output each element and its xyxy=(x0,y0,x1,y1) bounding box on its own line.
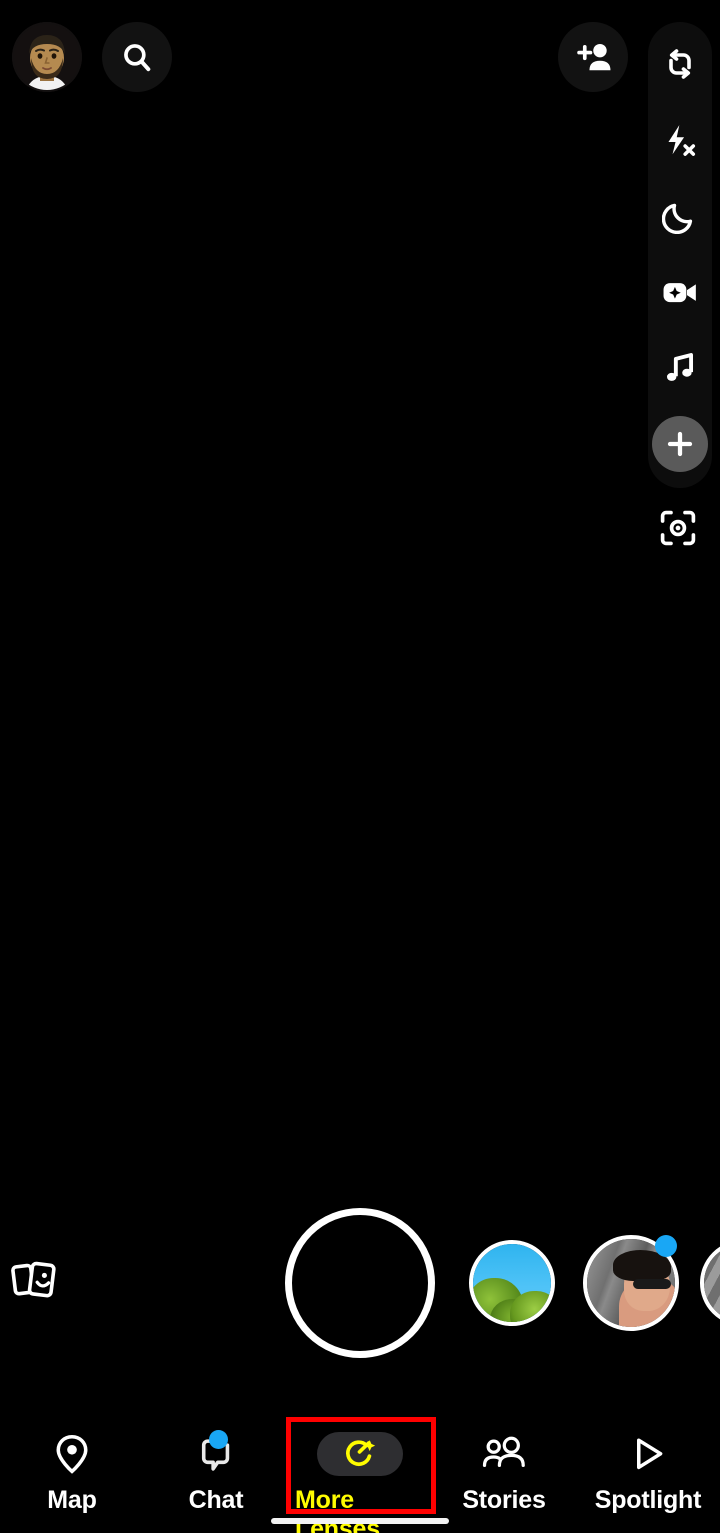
lens-thumb-3-image xyxy=(704,1244,720,1322)
search-button[interactable] xyxy=(102,22,172,92)
nav-item-chat[interactable]: Chat xyxy=(151,1430,281,1515)
nav-item-map[interactable]: Map xyxy=(7,1431,137,1515)
search-icon xyxy=(120,40,154,74)
snapchat-camera-screen: Map Chat More Lenses Stories Spotlight xyxy=(0,0,720,1533)
stories-icon-wrap xyxy=(481,1431,527,1477)
nav-label-more-lenses: More Lenses xyxy=(295,1486,380,1533)
lens-pill xyxy=(317,1432,403,1476)
scan-icon xyxy=(657,507,699,549)
lens-thumb-1-image xyxy=(473,1244,551,1322)
camera-flip-button[interactable] xyxy=(652,36,708,92)
camera-flip-icon xyxy=(662,46,698,82)
flash-off-icon xyxy=(661,121,699,159)
map-icon-wrap xyxy=(53,1431,91,1477)
nav-item-spotlight[interactable]: Spotlight xyxy=(583,1431,713,1515)
plus-icon xyxy=(664,428,696,460)
bitmoji-avatar[interactable] xyxy=(12,22,82,92)
nav-item-stories[interactable]: Stories xyxy=(439,1431,569,1515)
lens-thumbnail-3[interactable] xyxy=(700,1240,720,1326)
nav-label-stories: Stories xyxy=(462,1486,546,1514)
lens-sparkle-icon xyxy=(343,1437,377,1471)
play-triangle-icon xyxy=(628,1433,668,1475)
add-friend-icon xyxy=(574,40,612,74)
map-pin-icon xyxy=(53,1432,91,1476)
nav-label-chat: Chat xyxy=(188,1486,244,1514)
more-lenses-icon-wrap xyxy=(317,1431,403,1477)
video-timer-button[interactable] xyxy=(652,264,708,320)
music-button[interactable] xyxy=(652,340,708,396)
flash-off-button[interactable] xyxy=(652,112,708,168)
home-indicator xyxy=(271,1518,449,1524)
more-tools-button[interactable] xyxy=(652,416,708,472)
camera-tools-toolbar xyxy=(648,22,712,488)
lens-thumbnail-2-badge xyxy=(655,1235,677,1257)
night-mode-button[interactable] xyxy=(652,188,708,244)
bottom-navigation-bar: Map Chat More Lenses Stories Spotlight xyxy=(0,1413,720,1533)
video-timer-icon xyxy=(661,275,699,309)
scan-button[interactable] xyxy=(650,500,706,556)
add-friend-button[interactable] xyxy=(558,22,628,92)
top-bar-left xyxy=(12,22,172,92)
chat-icon-wrap xyxy=(196,1430,236,1477)
spotlight-icon-wrap xyxy=(628,1431,668,1477)
music-note-icon xyxy=(662,350,698,386)
shutter-button[interactable] xyxy=(285,1208,435,1358)
lens-thumbnail-1[interactable] xyxy=(469,1240,555,1326)
top-bar-right xyxy=(558,22,628,92)
memories-button[interactable] xyxy=(10,1258,62,1306)
memories-icon xyxy=(10,1258,62,1306)
chat-unread-badge xyxy=(209,1430,228,1449)
nav-label-spotlight: Spotlight xyxy=(594,1486,702,1514)
night-mode-icon xyxy=(662,198,698,234)
nav-label-map: Map xyxy=(47,1486,97,1514)
people-icon xyxy=(481,1436,527,1472)
